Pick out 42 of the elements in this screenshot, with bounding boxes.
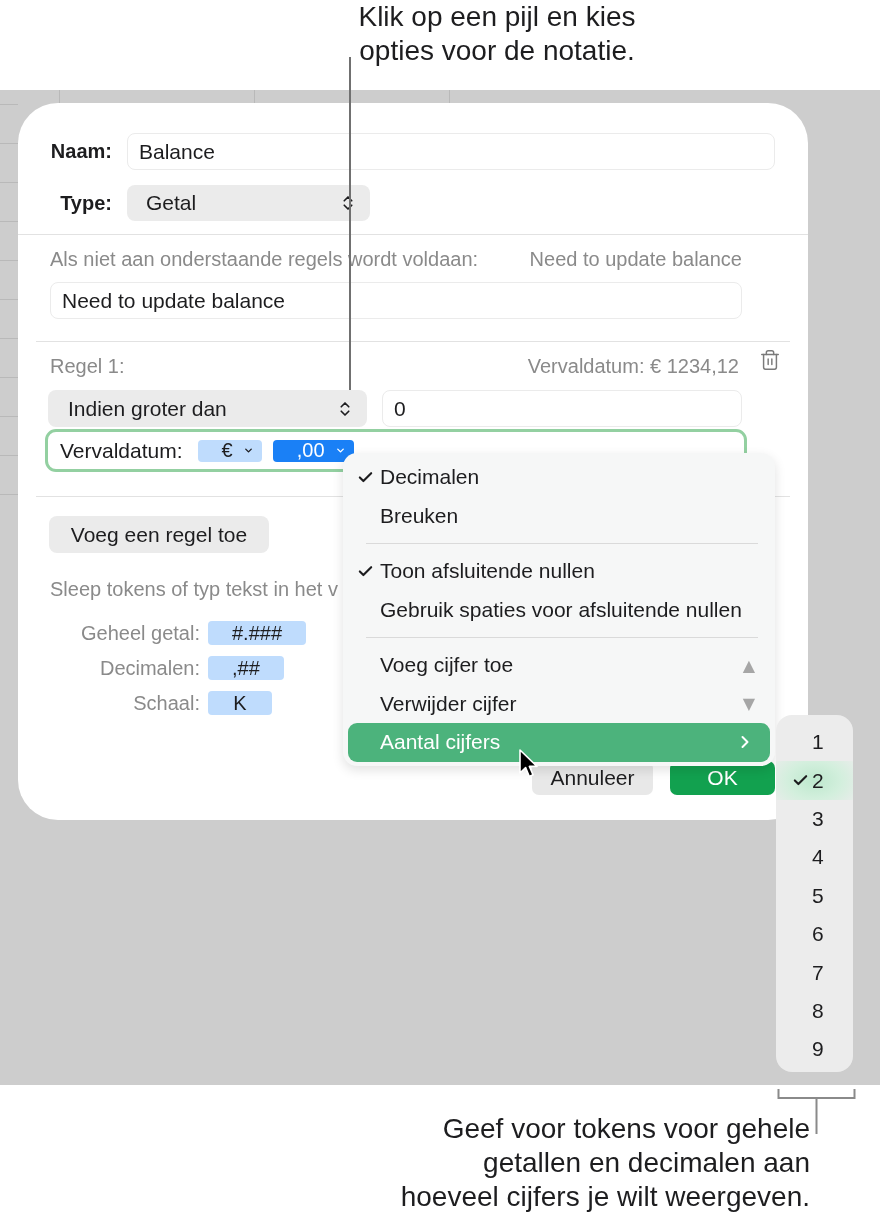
condition-popup[interactable]: Indien groter dan — [48, 390, 367, 427]
submenu-item[interactable]: 9 — [776, 1030, 853, 1069]
format-token[interactable]: #.### — [208, 621, 307, 645]
menu-item[interactable]: Breuken — [348, 496, 770, 535]
key-hint: ▼ — [742, 694, 755, 714]
submenu-item[interactable]: 7 — [776, 953, 853, 992]
token-label: Decimalen: — [99, 656, 200, 680]
submenu-item[interactable]: 5 — [776, 876, 853, 915]
caret-icon — [242, 445, 254, 456]
token-label: Geheel getal: — [81, 621, 200, 645]
fallback-preview: Need to update balance — [529, 247, 742, 271]
format-token[interactable]: ,## — [208, 656, 284, 680]
caret-icon — [334, 445, 346, 456]
add-rule-button[interactable]: Voeg een regel toe — [49, 516, 269, 553]
type-label: Type: — [60, 191, 112, 215]
submenu-item[interactable]: 3 — [776, 799, 853, 839]
rule-preview: Vervaldatum: € 1234,12 — [527, 354, 739, 378]
name-label: Naam: — [50, 140, 112, 163]
callout-text: Geef voor tokens voor gehele getallen en decimalen aan hoeveel cijfers je wilt weergeven. — [400, 1112, 810, 1214]
key-hint: ▲ — [742, 655, 755, 675]
hint-text: Sleep tokens of typ tekst in het v — [50, 577, 338, 601]
value-field[interactable]: 0 — [382, 390, 742, 427]
type-popup[interactable]: Getal — [127, 185, 370, 221]
submenu-item[interactable]: 6 — [776, 914, 853, 954]
format-token[interactable]: ,00 — [272, 439, 354, 462]
submenu-item[interactable]: 2 — [776, 761, 853, 800]
token-label: Schaal: — [133, 691, 200, 715]
format-token[interactable]: € — [197, 439, 262, 462]
field-label: Vervaldatum: — [60, 438, 183, 463]
format-token[interactable]: K — [208, 691, 272, 715]
submenu-item[interactable]: 4 — [776, 838, 853, 877]
message-field[interactable]: Need to update balance — [50, 282, 742, 319]
menu-item[interactable]: Toon afsluitende nullen — [348, 552, 770, 591]
trash-icon[interactable] — [759, 349, 781, 371]
submenu-item[interactable]: 8 — [776, 991, 853, 1031]
rule-label: Regel 1: — [50, 354, 126, 378]
name-field[interactable]: Balance — [127, 133, 775, 170]
menu-item[interactable]: Voeg cijfer toe ▲ — [348, 646, 770, 685]
menu-item[interactable]: Gebruik spaties voor afsluitende nullen — [348, 590, 770, 629]
callout-text: Klik op een pijl en kies opties voor de notatie. — [357, 0, 637, 68]
menu-item[interactable]: Verwijder cijfer ▼ — [348, 684, 770, 723]
submenu-item[interactable]: 1 — [776, 723, 853, 762]
